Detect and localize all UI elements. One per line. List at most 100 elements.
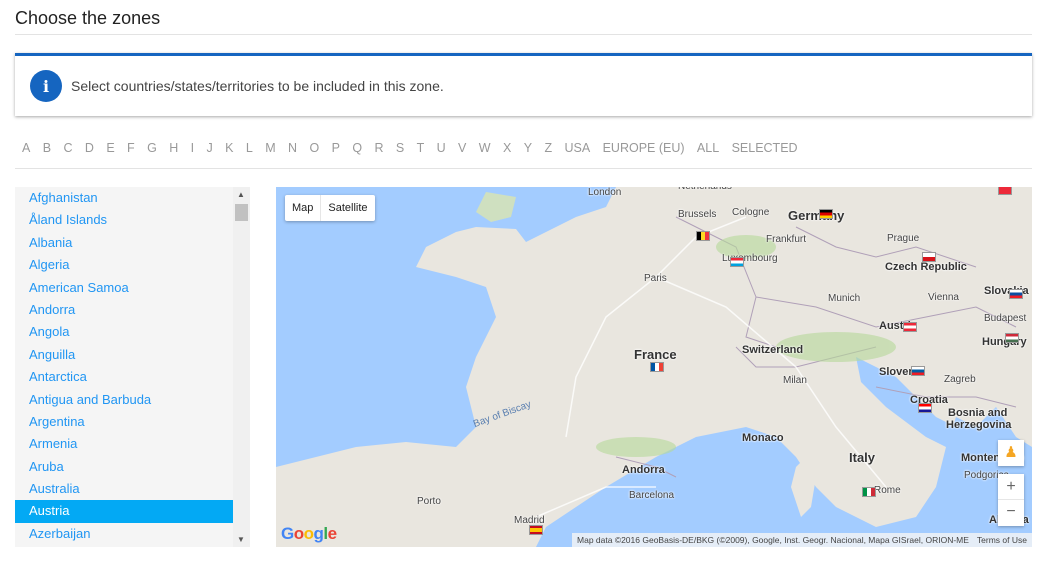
- country-list-item[interactable]: Anguilla: [15, 344, 233, 366]
- divider: [15, 168, 1032, 169]
- filter-r[interactable]: R: [374, 141, 383, 155]
- country-list-item[interactable]: Andorra: [15, 299, 233, 321]
- country-list[interactable]: Afghanistan Åland Islands Albania Algeria Am…: [15, 187, 250, 547]
- map-attribution: Map data ©2016 GeoBasis-DE/BKG (©2009), …: [572, 533, 1032, 547]
- filter-p[interactable]: P: [332, 141, 340, 155]
- terms-of-use-link[interactable]: Terms of Use: [977, 535, 1027, 545]
- map-label: Herzegovina: [946, 419, 1012, 431]
- flag-marker-czech-republic[interactable]: [922, 252, 936, 262]
- filter-m[interactable]: M: [265, 141, 275, 155]
- country-list-item[interactable]: Australia: [15, 478, 233, 500]
- flag-marker-germany[interactable]: [819, 209, 833, 219]
- filter-t[interactable]: T: [417, 141, 425, 155]
- flag-marker-italy[interactable]: [862, 487, 876, 497]
- filter-all[interactable]: ALL: [697, 141, 719, 155]
- flag-marker-poland[interactable]: [998, 187, 1012, 195]
- zoom-in-button[interactable]: +: [998, 474, 1024, 500]
- map-label: Switzerland: [742, 344, 804, 356]
- filter-j[interactable]: J: [207, 141, 213, 155]
- map-label: Andorra: [622, 464, 665, 476]
- map-label: Germany: [788, 208, 845, 223]
- flag-marker-austria[interactable]: [903, 322, 917, 332]
- filter-q[interactable]: Q: [352, 141, 362, 155]
- google-logo: Google: [281, 524, 337, 543]
- filter-b[interactable]: B: [43, 141, 51, 155]
- scroll-up-arrow-icon[interactable]: ▲: [237, 190, 245, 199]
- country-list-item[interactable]: Algeria: [15, 254, 233, 276]
- zoom-control: + −: [998, 474, 1024, 526]
- filter-s[interactable]: S: [396, 141, 404, 155]
- filter-europe-eu[interactable]: EUROPE (EU): [603, 141, 685, 155]
- filter-e[interactable]: E: [106, 141, 114, 155]
- filter-f[interactable]: F: [127, 141, 135, 155]
- map-type-map-button[interactable]: Map: [285, 195, 322, 221]
- map-label: Italy: [849, 450, 876, 465]
- flag-marker-france[interactable]: [650, 362, 664, 372]
- country-list-item[interactable]: Albania: [15, 232, 233, 254]
- map-label: Rome: [874, 485, 901, 496]
- flag-marker-slovenia[interactable]: [911, 366, 925, 376]
- filter-v[interactable]: V: [458, 141, 466, 155]
- flag-marker-croatia[interactable]: [918, 403, 932, 413]
- letter-filter-bar: A B C D E F G H I J K L M N O P Q R S T U V W X Y Z USA EUROPE (EU)…: [22, 141, 810, 155]
- country-list-item[interactable]: Argentina: [15, 411, 233, 433]
- country-list-item[interactable]: Antigua and Barbuda: [15, 389, 233, 411]
- country-list-item[interactable]: Azerbaijan: [15, 523, 233, 545]
- filter-x[interactable]: X: [503, 141, 511, 155]
- filter-a[interactable]: A: [22, 141, 30, 155]
- map-label: London: [588, 187, 622, 198]
- map-label: Cologne: [732, 207, 770, 218]
- filter-k[interactable]: K: [225, 141, 233, 155]
- filter-g[interactable]: G: [147, 141, 157, 155]
- filter-w[interactable]: W: [479, 141, 491, 155]
- filter-i[interactable]: I: [191, 141, 194, 155]
- flag-marker-luxembourg[interactable]: [730, 257, 744, 267]
- country-list-item[interactable]: Austria: [15, 500, 233, 523]
- info-banner: i Select countries/states/territories to…: [15, 53, 1032, 116]
- map[interactable]: Netherlands London Brussels Cologne Germany F…: [276, 187, 1032, 547]
- flag-marker-slovakia[interactable]: [1009, 289, 1023, 299]
- filter-usa[interactable]: USA: [564, 141, 590, 155]
- map-label: Budapest: [984, 313, 1027, 324]
- map-label: Monaco: [742, 432, 784, 444]
- country-list-item[interactable]: Aruba: [15, 456, 233, 478]
- map-label: France: [634, 347, 677, 362]
- zoom-out-button[interactable]: −: [998, 500, 1024, 526]
- filter-o[interactable]: O: [309, 141, 319, 155]
- filter-d[interactable]: D: [85, 141, 94, 155]
- map-label: Brussels: [678, 209, 717, 220]
- flag-marker-hungary[interactable]: [1005, 333, 1019, 343]
- scrollbar[interactable]: ▲ ▼: [233, 187, 250, 547]
- country-list-item[interactable]: Afghanistan: [15, 187, 233, 209]
- country-list-item[interactable]: Antarctica: [15, 366, 233, 388]
- filter-selected[interactable]: SELECTED: [732, 141, 798, 155]
- filter-h[interactable]: H: [169, 141, 178, 155]
- scrollbar-thumb[interactable]: [235, 204, 248, 221]
- filter-y[interactable]: Y: [524, 141, 532, 155]
- map-type-satellite-button[interactable]: Satellite: [321, 195, 374, 221]
- map-label: Frankfurt: [766, 234, 807, 245]
- map-label: Porto: [417, 496, 441, 507]
- scroll-down-arrow-icon[interactable]: ▼: [237, 535, 245, 544]
- country-list-item[interactable]: Åland Islands: [15, 209, 233, 231]
- map-label: Milan: [783, 375, 807, 386]
- filter-u[interactable]: U: [437, 141, 446, 155]
- map-type-control: Map Satellite: [285, 195, 375, 221]
- map-label: Zagreb: [944, 374, 976, 385]
- map-label: Prague: [887, 233, 920, 244]
- map-label: Barcelona: [629, 490, 675, 501]
- flag-marker-belgium[interactable]: [696, 231, 710, 241]
- map-label: Czech Republic: [885, 261, 967, 273]
- flag-marker-spain[interactable]: [529, 525, 543, 535]
- map-label: Paris: [644, 273, 667, 284]
- map-label: Bosnia and: [948, 407, 1008, 419]
- map-label: Netherlands: [678, 187, 732, 192]
- filter-c[interactable]: C: [63, 141, 72, 155]
- filter-z[interactable]: Z: [544, 141, 552, 155]
- filter-l[interactable]: L: [246, 141, 253, 155]
- country-list-item[interactable]: American Samoa: [15, 277, 233, 299]
- country-list-item[interactable]: Angola: [15, 321, 233, 343]
- pegman-street-view-icon[interactable]: ♟: [998, 440, 1024, 466]
- country-list-item[interactable]: Armenia: [15, 433, 233, 455]
- filter-n[interactable]: N: [288, 141, 297, 155]
